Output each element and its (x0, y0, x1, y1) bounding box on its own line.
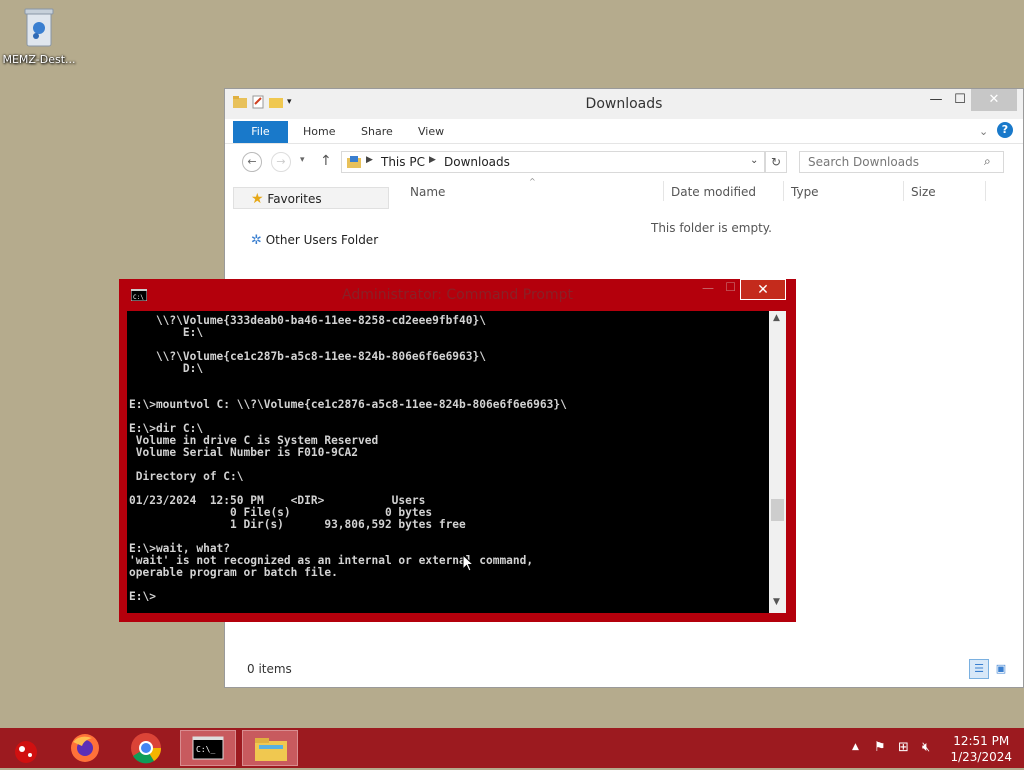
cmd-close-button[interactable]: ✕ (740, 279, 786, 300)
ribbon: File Home Share View ⌄ ? (225, 119, 1023, 144)
tab-home[interactable]: Home (303, 121, 335, 143)
firefox-icon (71, 734, 99, 762)
column-divider (903, 181, 904, 201)
sidebar-item-label: Favorites (267, 192, 322, 206)
column-header-type[interactable]: Type (791, 185, 819, 199)
chrome-icon (131, 733, 162, 764)
column-header-size[interactable]: Size (911, 185, 936, 199)
volume-muted-icon[interactable]: 🔇︎ (922, 740, 930, 755)
chevron-right-icon: ▶ (366, 155, 373, 165)
cmd-icon: C:\_ (192, 736, 224, 760)
breadcrumb-this-pc[interactable]: This PC (381, 155, 425, 169)
empty-folder-message: This folder is empty. (651, 221, 772, 235)
close-button[interactable]: ✕ (971, 89, 1017, 111)
breadcrumb-downloads[interactable]: Downloads (444, 155, 510, 169)
large-icons-view-button[interactable]: ▣ (993, 661, 1009, 677)
star-icon: ★ (251, 191, 264, 207)
cmd-titlebar[interactable]: C:\ Administrator: Command Prompt — ☐ ✕ (119, 279, 796, 311)
cmd-minimize-button[interactable]: — (702, 281, 714, 295)
taskbar-firefox[interactable] (58, 730, 114, 766)
mouse-cursor-icon (462, 554, 474, 572)
taskbar-file-explorer[interactable] (242, 730, 298, 766)
explorer-titlebar[interactable]: ▾ Downloads — ☐ ✕ (225, 89, 1023, 119)
cmd-window: C:\ Administrator: Command Prompt — ☐ ✕ … (119, 279, 796, 622)
recycle-bin-label: MEMZ-Dest... (2, 53, 76, 66)
taskbar-cmd[interactable]: C:\_ (180, 730, 236, 766)
console-text: \\?\Volume{333deab0-ba46-11ee-8258-cd2ee… (129, 314, 567, 603)
network-icon[interactable]: ⊞ (898, 740, 909, 755)
cmd-maximize-button[interactable]: ☐ (725, 280, 736, 294)
recycle-bin-icon (24, 8, 54, 47)
sidebar-item-label: Other Users Folder (265, 233, 379, 247)
search-box[interactable]: Search Downloads ⌕ (799, 151, 1004, 173)
taskbar: C:\_ ▲ ⚑ ⊞ 🔇︎ 12:51 PM 1/23/2024 (0, 728, 1024, 768)
column-divider (783, 181, 784, 201)
sort-indicator-icon: ^ (529, 177, 536, 186)
tab-share[interactable]: Share (361, 121, 393, 143)
svg-text:C:\_: C:\_ (196, 745, 215, 754)
this-pc-folder-icon (347, 156, 361, 168)
column-divider (985, 181, 986, 201)
taskbar-chrome[interactable] (118, 730, 174, 766)
scroll-down-icon[interactable]: ▼ (773, 597, 780, 607)
chevron-right-icon: ▶ (429, 155, 436, 165)
action-center-flag-icon[interactable]: ⚑ (874, 740, 886, 755)
taskbar-clock[interactable]: 12:51 PM 1/23/2024 (950, 733, 1012, 765)
back-button[interactable]: ← (242, 152, 262, 172)
search-input[interactable]: Search Downloads (808, 155, 919, 169)
search-icon[interactable]: ⌕ (984, 154, 991, 169)
sidebar-item-other-users-folder[interactable]: ✲ Other Users Folder (251, 233, 378, 248)
column-header-date-modified[interactable]: Date modified (671, 185, 756, 199)
recent-locations-icon[interactable]: ▾ (300, 155, 305, 165)
help-button[interactable]: ? (997, 122, 1013, 138)
network-folder-icon: ✲ (251, 233, 262, 248)
up-button[interactable]: ↑ (320, 153, 332, 169)
status-item-count: 0 items (247, 662, 292, 676)
column-header-name[interactable]: Name (410, 185, 445, 199)
memz-app-icon (15, 741, 37, 763)
console-output[interactable]: \\?\Volume{333deab0-ba46-11ee-8258-cd2ee… (127, 311, 769, 613)
cmd-scrollbar[interactable]: ▲ ▼ (769, 311, 786, 613)
window-title: Downloads (585, 96, 663, 112)
file-explorer-icon (255, 738, 287, 761)
address-bar[interactable]: ▶ This PC ▶ Downloads ⌄ (341, 151, 765, 173)
column-divider (663, 181, 664, 201)
scroll-up-icon[interactable]: ▲ (773, 313, 780, 323)
details-view-button[interactable]: ☰ (969, 659, 989, 679)
show-hidden-icons[interactable]: ▲ (852, 742, 859, 752)
desktop-recycle-bin[interactable]: MEMZ-Dest... (2, 6, 76, 76)
refresh-button[interactable]: ↻ (765, 151, 787, 173)
tab-view[interactable]: View (418, 121, 444, 143)
clock-time: 12:51 PM (953, 734, 1010, 748)
forward-button[interactable]: → (271, 152, 291, 172)
sidebar-item-favorites[interactable]: ★ Favorites (251, 191, 322, 207)
ribbon-expand-icon[interactable]: ⌄ (979, 121, 988, 143)
scrollbar-thumb[interactable] (771, 499, 784, 521)
tab-file[interactable]: File (233, 121, 288, 143)
cmd-title: Administrator: Command Prompt (342, 287, 573, 303)
taskbar-start-app[interactable] (0, 730, 56, 766)
clock-date: 1/23/2024 (950, 750, 1012, 764)
address-dropdown-icon[interactable]: ⌄ (750, 155, 758, 166)
